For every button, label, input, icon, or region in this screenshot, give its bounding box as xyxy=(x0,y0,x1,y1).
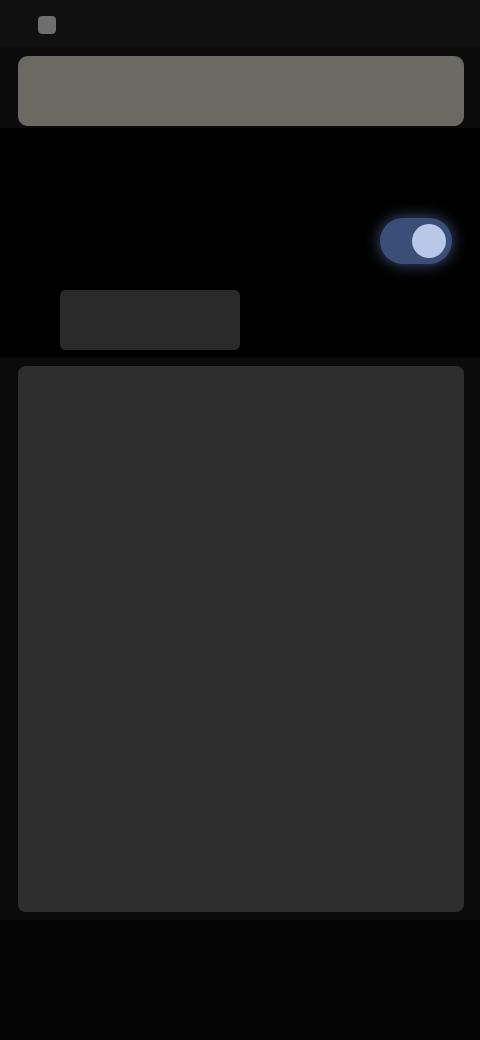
list-item[interactable] xyxy=(18,638,464,706)
list-item[interactable] xyxy=(18,842,464,910)
tab-second[interactable] xyxy=(240,290,410,350)
list-item[interactable] xyxy=(18,774,464,842)
list-item[interactable] xyxy=(18,366,464,434)
list-item[interactable] xyxy=(18,570,464,638)
list-item[interactable] xyxy=(18,434,464,502)
tab-first[interactable] xyxy=(60,290,240,350)
toggle-knob xyxy=(412,224,446,258)
status-bar xyxy=(0,0,480,46)
setting-toggle[interactable] xyxy=(380,218,452,264)
list-item[interactable] xyxy=(18,706,464,774)
list-item[interactable] xyxy=(18,502,464,570)
app-screen xyxy=(0,0,480,1040)
search-bar[interactable] xyxy=(18,56,464,126)
app-icon xyxy=(38,16,56,34)
list-panel xyxy=(18,366,464,912)
bottom-area xyxy=(0,920,480,1040)
